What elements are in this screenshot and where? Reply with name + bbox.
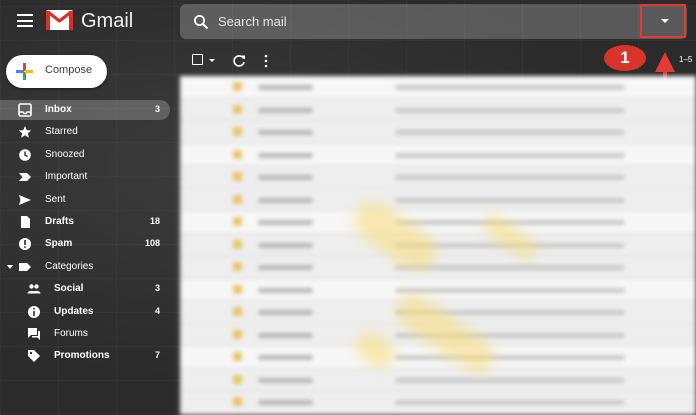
compose-label: Compose	[45, 64, 93, 76]
people-icon	[27, 284, 41, 294]
sidebar-item-important[interactable]: Important	[0, 167, 170, 187]
sidebar-item-sent[interactable]: Sent	[0, 190, 170, 210]
sidebar-item-inbox[interactable]: Inbox 3	[0, 100, 170, 120]
chevron-down-icon[interactable]	[7, 264, 13, 269]
sidebar-item-count: 18	[149, 216, 160, 226]
select-all-checkbox[interactable]	[192, 54, 203, 65]
message-row[interactable]	[180, 76, 696, 99]
more-options-icon[interactable]	[263, 54, 269, 68]
message-row[interactable]	[180, 189, 696, 211]
sidebar-item-promotions[interactable]: Promotions 7	[0, 346, 170, 366]
message-row[interactable]	[180, 143, 696, 166]
message-list	[180, 76, 696, 415]
sidebar-item-count: 3	[154, 104, 160, 114]
sidebar-item-social[interactable]: Social 3	[0, 279, 170, 299]
search-bar[interactable]	[180, 4, 687, 39]
sidebar-item-label: Social	[54, 283, 84, 295]
clock-icon	[19, 148, 31, 161]
message-row[interactable]	[180, 121, 696, 144]
sidebar-item-label: Sent	[45, 193, 66, 205]
tag-icon	[28, 350, 40, 363]
star-icon	[18, 126, 32, 139]
sidebar-item-categories[interactable]: Categories	[0, 257, 170, 277]
message-row[interactable]	[180, 278, 696, 301]
search-options-caret-icon[interactable]	[661, 19, 669, 23]
message-row[interactable]	[180, 166, 696, 189]
sidebar-item-count: 3	[154, 283, 160, 294]
sidebar-item-label: Forums	[54, 328, 88, 339]
message-row[interactable]	[180, 256, 696, 279]
label-icon	[19, 262, 31, 271]
app-name: Gmail	[81, 10, 134, 32]
info-icon	[28, 305, 40, 318]
sidebar-item-count: 7	[154, 350, 160, 361]
sidebar-item-label: Starred	[45, 126, 78, 138]
spam-icon	[19, 238, 31, 251]
forum-icon	[28, 328, 40, 340]
search-input[interactable]	[218, 4, 618, 39]
sidebar-item-label: Snoozed	[45, 148, 85, 160]
message-row[interactable]	[180, 211, 696, 234]
sidebar-item-label: Important	[45, 171, 88, 183]
message-row[interactable]	[180, 391, 696, 414]
search-icon[interactable]	[193, 14, 209, 30]
important-icon	[19, 173, 31, 182]
step-annotation-badge: 1	[604, 45, 646, 71]
sidebar-item-label: Categories	[45, 260, 94, 272]
sidebar-item-starred[interactable]: Starred	[0, 122, 170, 142]
search-options-button[interactable]	[640, 4, 686, 38]
gmail-logo[interactable]	[46, 9, 73, 31]
message-row[interactable]	[180, 234, 696, 256]
sidebar-item-updates[interactable]: Updates 4	[0, 302, 170, 322]
plus-icon	[16, 63, 33, 80]
sidebar-item-label: Drafts	[45, 216, 74, 227]
message-row[interactable]	[180, 99, 696, 121]
sidebar-item-count: 4	[154, 305, 160, 316]
menu-icon[interactable]	[17, 14, 33, 27]
compose-button[interactable]: Compose	[6, 55, 107, 88]
sidebar-item-label: Promotions	[54, 350, 110, 362]
sidebar-item-label: Spam	[45, 238, 73, 250]
select-caret-icon[interactable]	[209, 59, 215, 62]
sidebar-item-count: 108	[144, 238, 160, 249]
sidebar-item-spam[interactable]: Spam 108	[0, 234, 170, 254]
message-row[interactable]	[180, 369, 696, 391]
sidebar-item-snoozed[interactable]: Snoozed	[0, 145, 170, 165]
refresh-icon[interactable]	[232, 54, 246, 68]
pagination-text: 1–5	[679, 55, 693, 64]
send-icon	[19, 194, 31, 205]
sidebar-item-label: Updates	[54, 305, 94, 317]
inbox-icon	[18, 103, 32, 117]
sidebar-item-label: Inbox	[45, 104, 72, 115]
sidebar-item-drafts[interactable]: Drafts 18	[0, 212, 170, 232]
draft-icon	[21, 216, 30, 228]
sidebar-item-forums[interactable]: Forums	[0, 324, 170, 344]
